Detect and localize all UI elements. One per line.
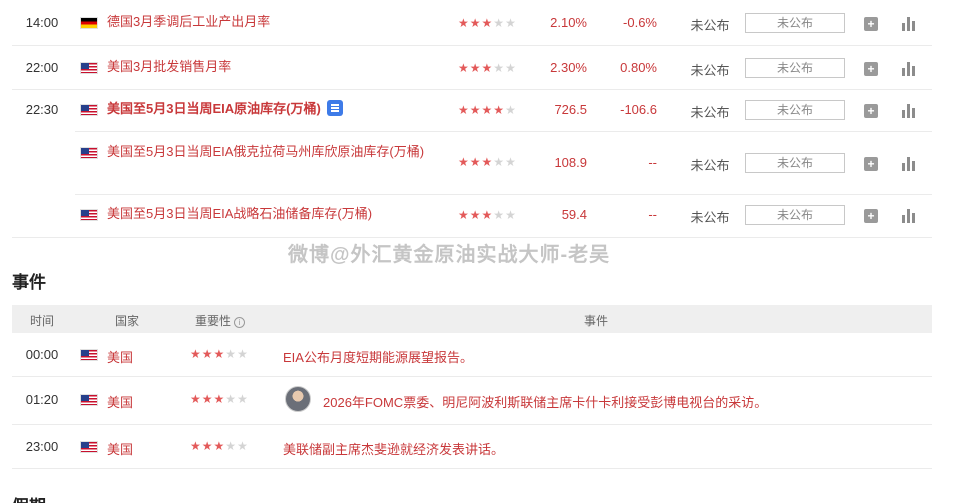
us-flag-icon xyxy=(80,62,98,74)
event-time: 00:00 xyxy=(25,347,59,362)
indicator-row: 22:30 美国至5月3日当周EIA原油库存(万桶) ★★★★★ 726.5 -… xyxy=(12,90,932,132)
add-plus-icon[interactable]: + xyxy=(864,157,878,171)
us-flag-icon xyxy=(80,441,98,453)
actual-status: 未公布 xyxy=(690,18,730,33)
bar-chart-icon[interactable] xyxy=(902,104,916,118)
actual-input[interactable]: 未公布 xyxy=(745,153,845,173)
forecast-value: 59.4 xyxy=(561,207,587,222)
event-text[interactable]: 2026年FOMC票委、明尼阿波利斯联储主席卡什卡利接受彭博电视台的采访。 xyxy=(323,392,767,411)
previous-value: -- xyxy=(648,207,657,222)
us-flag-icon xyxy=(80,209,98,221)
bar-chart-icon[interactable] xyxy=(902,62,916,76)
actual-input[interactable]: 未公布 xyxy=(745,205,845,225)
event-row: 23:00 美国 ★★★★★ 美联储副主席杰斐逊就经济发表讲话。 xyxy=(12,425,932,468)
importance-stars: ★★★★★ xyxy=(458,103,517,117)
actual-input[interactable]: 未公布 xyxy=(745,58,845,78)
indicator-row: 22:00 美国3月批发销售月率 ★★★★★ 2.30% 0.80% 未公布 未… xyxy=(12,46,932,89)
importance-stars: ★★★★★ xyxy=(458,16,517,30)
add-plus-icon[interactable]: + xyxy=(864,62,878,76)
forecast-value: 108.9 xyxy=(554,155,587,170)
previous-value: 0.80% xyxy=(620,60,657,75)
event-country: 美国 xyxy=(107,442,134,457)
actual-status: 未公布 xyxy=(690,105,730,120)
event-row: 01:20 美国 ★★★★★ 2026年FOMC票委、明尼阿波利斯联储主席卡什卡… xyxy=(12,377,932,424)
info-icon[interactable]: i xyxy=(234,317,246,328)
previous-value: -- xyxy=(648,155,657,170)
header-time: 时间 xyxy=(30,314,55,328)
indicator-time: 14:00 xyxy=(25,15,59,30)
event-country: 美国 xyxy=(107,395,134,410)
actual-status: 未公布 xyxy=(690,210,730,225)
indicator-row: 14:00 德国3月季调后工业产出月率 ★★★★★ 2.10% -0.6% 未公… xyxy=(12,0,932,45)
actual-input[interactable]: 未公布 xyxy=(745,100,845,120)
germany-flag-icon xyxy=(80,17,98,29)
indicator-row: 美国至5月3日当周EIA战略石油储备库存(万桶) ★★★★★ 59.4 -- 未… xyxy=(12,195,932,237)
us-flag-icon xyxy=(80,104,98,116)
document-icon[interactable] xyxy=(326,100,343,116)
importance-stars: ★★★★★ xyxy=(458,61,517,75)
event-text[interactable]: 美联储副主席杰斐逊就经济发表讲话。 xyxy=(283,439,504,458)
actual-input[interactable]: 未公布 xyxy=(745,13,845,33)
indicator-name[interactable]: 美国至5月3日当周EIA原油库存(万桶) xyxy=(107,99,437,119)
indicator-time: 22:00 xyxy=(25,60,59,75)
indicator-time: 22:30 xyxy=(25,102,59,117)
header-importance: 重要性 i xyxy=(195,312,246,329)
add-plus-icon[interactable]: + xyxy=(864,17,878,31)
bar-chart-icon[interactable] xyxy=(902,157,916,171)
event-text[interactable]: EIA公布月度短期能源展望报告。 xyxy=(283,347,473,366)
forecast-value: 2.30% xyxy=(550,60,587,75)
indicator-name[interactable]: 美国至5月3日当周EIA战略石油储备库存(万桶) xyxy=(107,204,437,224)
importance-stars: ★★★★★ xyxy=(458,155,517,169)
previous-value: -0.6% xyxy=(623,15,657,30)
importance-stars: ★★★★★ xyxy=(190,347,249,361)
holidays-section-title: 假期 xyxy=(12,492,46,503)
importance-stars: ★★★★★ xyxy=(190,392,249,406)
importance-stars: ★★★★★ xyxy=(190,439,249,453)
add-plus-icon[interactable]: + xyxy=(864,104,878,118)
indicator-name[interactable]: 美国至5月3日当周EIA俄克拉荷马州库欣原油库存(万桶) xyxy=(107,142,437,162)
indicator-name[interactable]: 德国3月季调后工业产出月率 xyxy=(107,12,437,32)
event-row: 00:00 美国 ★★★★★ EIA公布月度短期能源展望报告。 xyxy=(12,333,932,376)
add-plus-icon[interactable]: + xyxy=(864,209,878,223)
event-time: 01:20 xyxy=(25,392,59,407)
forecast-value: 726.5 xyxy=(554,102,587,117)
row-divider xyxy=(12,468,932,469)
indicator-name[interactable]: 美国3月批发销售月率 xyxy=(107,57,437,77)
us-flag-icon xyxy=(80,349,98,361)
events-table-header: 时间 国家 重要性 i 事件 xyxy=(12,305,932,333)
weibo-watermark: 微博@外汇黄金原油实战大师-老吴 xyxy=(288,244,611,266)
actual-status: 未公布 xyxy=(690,63,730,78)
event-country: 美国 xyxy=(107,350,134,365)
us-flag-icon xyxy=(80,394,98,406)
events-section-title: 事件 xyxy=(12,273,46,292)
header-event: 事件 xyxy=(584,314,609,328)
importance-stars: ★★★★★ xyxy=(458,208,517,222)
speaker-avatar xyxy=(285,386,311,412)
previous-value: -106.6 xyxy=(620,102,657,117)
forecast-value: 2.10% xyxy=(550,15,587,30)
header-country: 国家 xyxy=(115,314,140,328)
bar-chart-icon[interactable] xyxy=(902,209,916,223)
actual-status: 未公布 xyxy=(690,158,730,173)
indicator-name-text: 美国至5月3日当周EIA原油库存(万桶) xyxy=(107,101,321,116)
indicator-row: 美国至5月3日当周EIA俄克拉荷马州库欣原油库存(万桶) ★★★★★ 108.9… xyxy=(12,132,932,194)
bar-chart-icon[interactable] xyxy=(902,17,916,31)
us-flag-icon xyxy=(80,147,98,159)
header-importance-label: 重要性 xyxy=(195,314,232,328)
event-time: 23:00 xyxy=(25,439,59,454)
